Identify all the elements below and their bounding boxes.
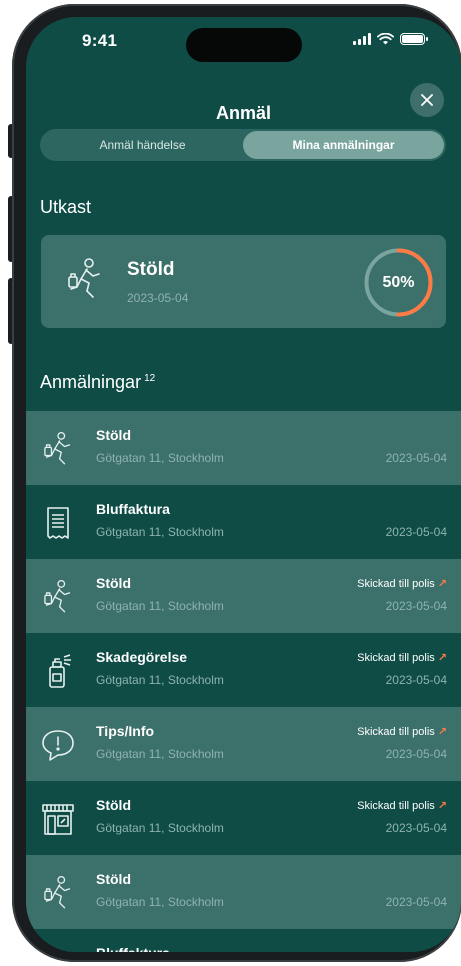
- draft-date: 2023-05-04: [127, 291, 189, 305]
- report-date: 2023-05-04: [385, 895, 447, 909]
- speech-bubble-icon: [40, 727, 76, 763]
- report-title: Stöld: [96, 797, 131, 813]
- receipt-icon: [40, 949, 76, 952]
- close-icon: [421, 94, 433, 106]
- report-row[interactable]: Stöld Götgatan 11, Stockholm 2023-05-04: [26, 411, 461, 485]
- report-row[interactable]: Stöld Götgatan 11, Stockholm 2023-05-04: [26, 855, 461, 929]
- report-status: Skickad till polis ↗: [357, 725, 447, 739]
- status-time: 9:41: [82, 31, 118, 50]
- wifi-icon: [377, 33, 394, 45]
- report-title: Tips/Info: [96, 723, 155, 739]
- report-address: Götgatan 11, Stockholm: [96, 525, 224, 539]
- report-title: Stöld: [96, 427, 131, 443]
- report-row[interactable]: Bluffaktura: [26, 929, 461, 952]
- signal-icon: [353, 33, 371, 45]
- close-button[interactable]: [410, 83, 444, 117]
- running-thief-icon: [68, 258, 100, 298]
- segmented-control: Anmäl händelse Mina anmälningar: [40, 129, 446, 161]
- report-date: 2023-05-04: [385, 673, 447, 687]
- dynamic-island: [186, 28, 302, 62]
- report-address: Götgatan 11, Stockholm: [96, 821, 224, 835]
- reports-list: Stöld Götgatan 11, Stockholm 2023-05-04 Blu…: [26, 411, 461, 952]
- draft-card[interactable]: Stöld 2023-05-04 50%: [41, 235, 446, 328]
- report-row[interactable]: Tips/Info Götgatan 11, Stockholm Skickad t…: [26, 707, 461, 781]
- external-arrow-icon: ↗: [437, 578, 447, 590]
- report-title: Stöld: [96, 575, 131, 591]
- report-status: Skickad till polis ↗: [357, 799, 447, 813]
- report-title: Bluffaktura: [96, 945, 170, 952]
- report-status: Skickad till polis ↗: [357, 651, 447, 665]
- report-status-label: Skickad till polis: [357, 799, 435, 812]
- report-row[interactable]: Skadegörelse Götgatan 11, Stockholm Skicka…: [26, 633, 461, 707]
- battery-icon: [400, 33, 428, 45]
- drafts-heading: Utkast: [40, 197, 92, 217]
- external-arrow-icon: ↗: [437, 726, 447, 738]
- report-date: 2023-05-04: [385, 821, 447, 835]
- running-thief-icon: [40, 431, 76, 467]
- report-status-label: Skickad till polis: [357, 725, 435, 738]
- report-date: 2023-05-04: [385, 451, 447, 465]
- status-bar: 9:41: [26, 17, 461, 67]
- external-arrow-icon: ↗: [437, 800, 447, 812]
- page-title: Anmäl: [215, 103, 271, 123]
- report-date: 2023-05-04: [385, 599, 447, 613]
- store-icon: [40, 801, 76, 837]
- report-status-label: Skickad till polis: [357, 651, 435, 664]
- tab-mina-anmalningar[interactable]: Mina anmälningar: [243, 131, 444, 159]
- report-address: Götgatan 11, Stockholm: [96, 895, 224, 909]
- progress-label: 50%: [382, 273, 415, 291]
- report-row[interactable]: Stöld Götgatan 11, Stockholm Skickad till …: [26, 781, 461, 855]
- receipt-icon: [40, 505, 76, 541]
- report-row[interactable]: Stöld Götgatan 11, Stockholm Skickad till …: [26, 559, 461, 633]
- tab-anmal-handelse[interactable]: Anmäl händelse: [42, 131, 243, 159]
- spray-can-icon: [40, 653, 76, 689]
- report-title: Stöld: [96, 871, 131, 887]
- running-thief-icon: [40, 579, 76, 615]
- report-address: Götgatan 11, Stockholm: [96, 673, 224, 687]
- report-title: Bluffaktura: [96, 501, 170, 517]
- report-date: 2023-05-04: [385, 525, 447, 539]
- report-address: Götgatan 11, Stockholm: [96, 451, 224, 465]
- running-thief-icon: [40, 875, 76, 911]
- reports-heading-label: Anmälningar: [40, 372, 142, 392]
- report-status: Skickad till polis ↗: [357, 577, 447, 591]
- report-address: Götgatan 11, Stockholm: [96, 599, 224, 613]
- reports-heading: Anmälningar 12: [40, 372, 155, 393]
- report-row[interactable]: Bluffaktura Götgatan 11, Stockholm 2023-05…: [26, 485, 461, 559]
- report-date: 2023-05-04: [385, 747, 447, 761]
- external-arrow-icon: ↗: [437, 652, 447, 664]
- reports-count: 12: [144, 373, 156, 384]
- report-address: Götgatan 11, Stockholm: [96, 747, 224, 761]
- report-title: Skadegörelse: [96, 649, 188, 665]
- app-screen: 9:41 Anmäl Anmäl händelse Mina anmälning…: [26, 17, 461, 952]
- report-status-label: Skickad till polis: [357, 577, 435, 590]
- status-icons: [353, 33, 428, 45]
- draft-type: Stöld: [127, 259, 175, 280]
